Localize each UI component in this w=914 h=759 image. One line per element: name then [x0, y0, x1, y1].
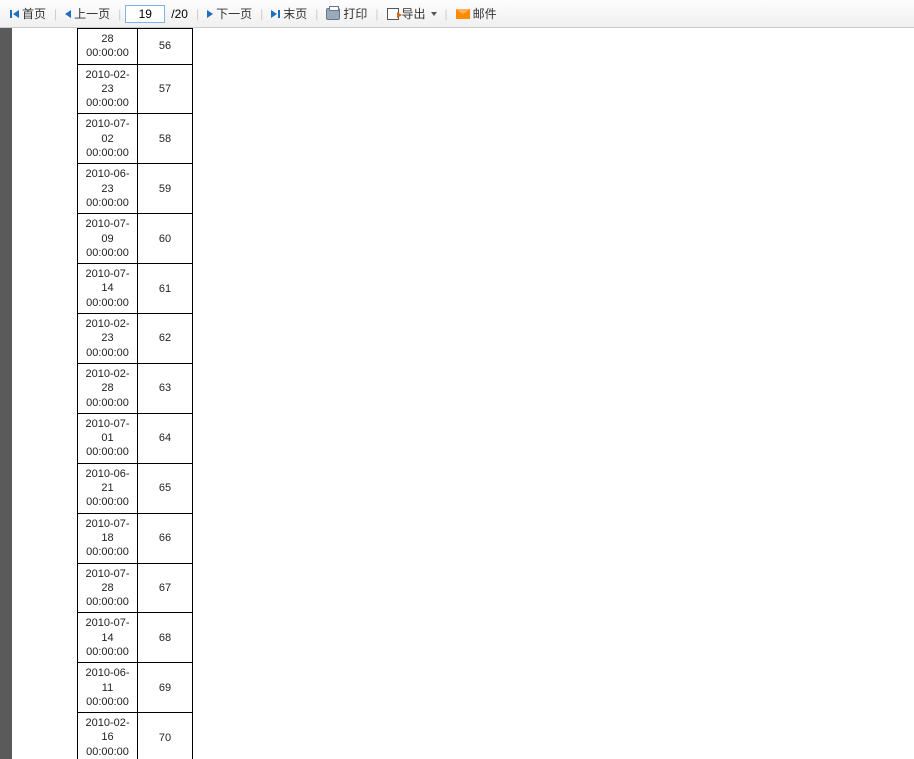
number-cell: 59	[138, 164, 193, 214]
separator: |	[443, 7, 450, 21]
date-cell: 2010-06-1100:00:00	[78, 663, 138, 713]
table-row: 2010-02-2800:00:0063	[78, 363, 193, 413]
date-cell: 2010-07-2800:00:00	[78, 563, 138, 613]
number-cell: 65	[138, 463, 193, 513]
prev-page-button[interactable]: 上一页	[61, 3, 114, 24]
number-cell: 64	[138, 413, 193, 463]
date-cell: 2010-07-0900:00:00	[78, 214, 138, 264]
next-page-label: 下一页	[216, 5, 252, 22]
separator: |	[313, 7, 320, 21]
date-cell: 2010-02-2300:00:00	[78, 64, 138, 114]
date-cell: 2010-02-1600:00:00	[78, 713, 138, 759]
date-cell: 2010-02-2300:00:00	[78, 314, 138, 364]
number-cell: 66	[138, 513, 193, 563]
table-row: 2800:00:0056	[78, 29, 193, 65]
table-row: 2010-07-1800:00:0066	[78, 513, 193, 563]
last-page-icon	[271, 10, 280, 18]
date-cell: 2010-06-2100:00:00	[78, 463, 138, 513]
table-row: 2010-07-1400:00:0068	[78, 613, 193, 663]
data-table: 2800:00:00562010-02-2300:00:00572010-07-…	[77, 28, 193, 759]
table-row: 2010-06-2300:00:0059	[78, 164, 193, 214]
chevron-down-icon	[431, 12, 437, 16]
separator: |	[373, 7, 380, 21]
table-row: 2010-02-1600:00:0070	[78, 713, 193, 759]
number-cell: 60	[138, 214, 193, 264]
print-icon	[326, 8, 340, 20]
page-number-input[interactable]	[125, 5, 165, 23]
table-row: 2010-07-1400:00:0061	[78, 264, 193, 314]
first-page-label: 首页	[22, 5, 46, 22]
table-row: 2010-07-0100:00:0064	[78, 413, 193, 463]
next-page-button[interactable]: 下一页	[203, 3, 256, 24]
table-row: 2010-02-2300:00:0062	[78, 314, 193, 364]
table-row: 2010-02-2300:00:0057	[78, 64, 193, 114]
date-cell: 2010-07-1800:00:00	[78, 513, 138, 563]
export-label: 导出	[402, 5, 426, 22]
date-cell: 2010-07-1400:00:00	[78, 613, 138, 663]
number-cell: 62	[138, 314, 193, 364]
mail-label: 邮件	[473, 5, 497, 22]
last-page-label: 末页	[283, 5, 307, 22]
mail-button[interactable]: 邮件	[452, 3, 501, 24]
number-cell: 61	[138, 264, 193, 314]
number-cell: 56	[138, 29, 193, 65]
print-button[interactable]: 打印	[322, 3, 371, 24]
date-cell: 2800:00:00	[78, 29, 138, 65]
date-cell: 2010-07-1400:00:00	[78, 264, 138, 314]
number-cell: 69	[138, 663, 193, 713]
date-cell: 2010-06-2300:00:00	[78, 164, 138, 214]
separator: |	[194, 7, 201, 21]
print-label: 打印	[343, 5, 367, 22]
date-cell: 2010-07-0200:00:00	[78, 114, 138, 164]
report-content[interactable]: 2800:00:00562010-02-2300:00:00572010-07-…	[12, 28, 914, 759]
pagination-toolbar: 首页 | 上一页 | /20 | 下一页 | 末页 | 打印 | 导出 | 邮件	[0, 0, 914, 28]
first-page-button[interactable]: 首页	[6, 3, 50, 24]
number-cell: 58	[138, 114, 193, 164]
number-cell: 67	[138, 563, 193, 613]
number-cell: 68	[138, 613, 193, 663]
export-icon	[387, 8, 399, 20]
table-row: 2010-06-2100:00:0065	[78, 463, 193, 513]
last-page-button[interactable]: 末页	[267, 3, 311, 24]
table-row: 2010-07-0900:00:0060	[78, 214, 193, 264]
number-cell: 57	[138, 64, 193, 114]
separator: |	[52, 7, 59, 21]
mail-icon	[456, 9, 470, 19]
prev-icon	[65, 10, 71, 18]
table-row: 2010-07-2800:00:0067	[78, 563, 193, 613]
date-cell: 2010-02-2800:00:00	[78, 363, 138, 413]
next-icon	[207, 10, 213, 18]
date-cell: 2010-07-0100:00:00	[78, 413, 138, 463]
table-row: 2010-07-0200:00:0058	[78, 114, 193, 164]
page-total-label: /20	[167, 7, 192, 21]
separator: |	[116, 7, 123, 21]
export-button[interactable]: 导出	[383, 3, 441, 24]
page-area: 2800:00:00562010-02-2300:00:00572010-07-…	[0, 28, 914, 759]
prev-page-label: 上一页	[74, 5, 110, 22]
number-cell: 63	[138, 363, 193, 413]
number-cell: 70	[138, 713, 193, 759]
separator: |	[258, 7, 265, 21]
table-row: 2010-06-1100:00:0069	[78, 663, 193, 713]
left-margin-strip	[0, 28, 12, 759]
first-page-icon	[10, 10, 19, 18]
